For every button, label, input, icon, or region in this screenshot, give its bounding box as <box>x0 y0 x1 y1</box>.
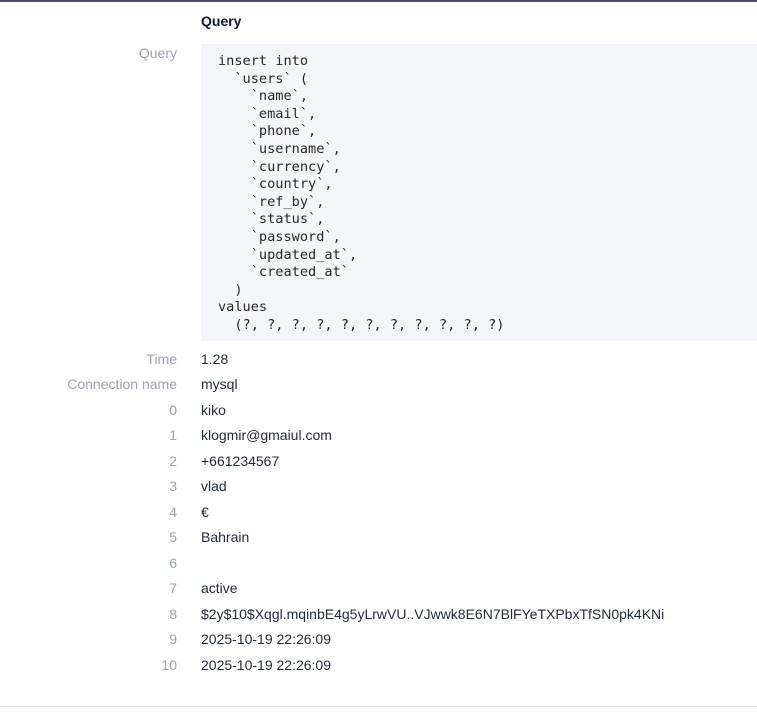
section-title: Query <box>201 13 242 29</box>
binding-row: 9 2025-10-19 22:26:09 <box>0 629 757 649</box>
binding-row: 2 +661234567 <box>0 451 757 471</box>
detail-value: 1.28 <box>201 351 229 367</box>
binding-value: +661234567 <box>201 453 280 469</box>
binding-value: $2y$10$Xqgl.mqinbE4g5yLrwVU..VJwwk8E6N7B… <box>201 606 665 622</box>
binding-value: Bahrain <box>201 529 250 545</box>
binding-row: 1 klogmir@gmaiul.com <box>0 425 757 445</box>
binding-index: 4 <box>169 504 177 520</box>
detail-row-time: Time 1.28 <box>0 349 757 369</box>
binding-index: 8 <box>169 606 177 622</box>
binding-index: 2 <box>169 453 177 469</box>
binding-index: 1 <box>169 427 177 443</box>
binding-value: klogmir@gmaiul.com <box>201 427 332 443</box>
binding-index: 5 <box>169 529 177 545</box>
binding-value: vlad <box>201 478 227 494</box>
binding-index: 6 <box>169 555 177 571</box>
binding-row: 7 active <box>0 578 757 598</box>
binding-index: 3 <box>169 478 177 494</box>
binding-row: 10 2025-10-19 22:26:09 <box>0 655 757 675</box>
query-label: Query <box>138 45 177 61</box>
binding-value: kiko <box>201 402 226 418</box>
binding-value: active <box>201 580 238 596</box>
top-divider <box>0 0 757 2</box>
binding-row: 3 vlad <box>0 476 757 496</box>
binding-row: 8 $2y$10$Xqgl.mqinbE4g5yLrwVU..VJwwk8E6N… <box>0 604 757 624</box>
binding-index: 10 <box>161 657 177 673</box>
binding-row: 4 € <box>0 502 757 522</box>
binding-row: 0 kiko <box>0 400 757 420</box>
binding-value: € <box>201 504 209 520</box>
binding-index: 0 <box>169 402 177 418</box>
bottom-divider <box>0 706 757 707</box>
binding-row: 5 Bahrain <box>0 527 757 547</box>
detail-value: mysql <box>201 376 238 392</box>
binding-index: 7 <box>169 580 177 596</box>
query-sql: insert into `users` ( `name`, `email`, `… <box>218 53 505 333</box>
detail-row-connection: Connection name mysql <box>0 374 757 394</box>
binding-index: 9 <box>169 631 177 647</box>
detail-label: Time <box>146 351 177 367</box>
binding-value: 2025-10-19 22:26:09 <box>201 657 331 673</box>
query-code-block: insert into `users` ( `name`, `email`, `… <box>201 44 757 341</box>
binding-value: 2025-10-19 22:26:09 <box>201 631 331 647</box>
detail-label: Connection name <box>67 376 177 392</box>
binding-row: 6 <box>0 553 757 573</box>
